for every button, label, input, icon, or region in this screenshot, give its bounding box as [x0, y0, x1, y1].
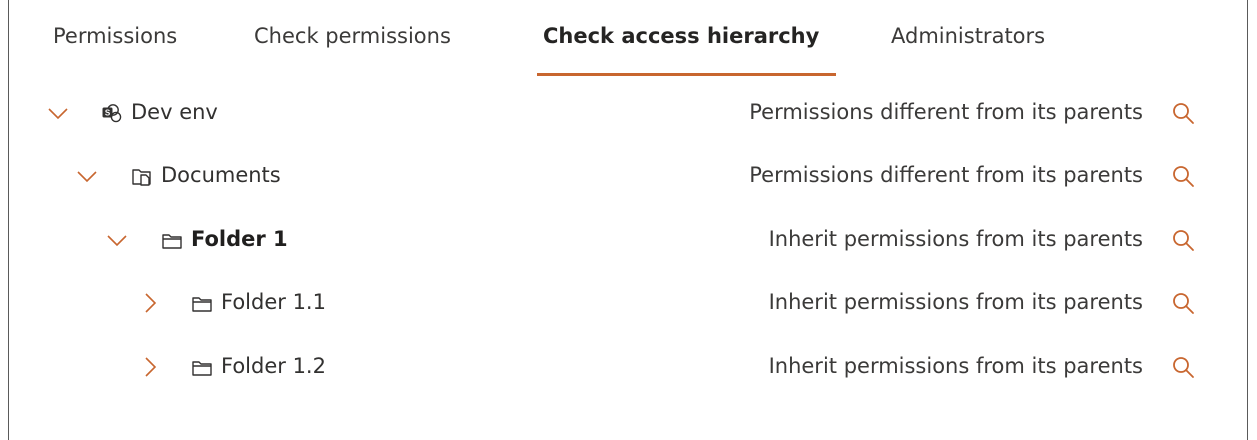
folder-icon — [192, 297, 212, 312]
tab-check-permissions[interactable]: Check permissions — [254, 24, 451, 48]
permission-status: Inherit permissions from its parents — [768, 227, 1143, 251]
tree-item-label: Folder 1 — [191, 227, 288, 251]
search-icon[interactable] — [1171, 291, 1195, 315]
sharepoint-site-icon: S — [102, 104, 122, 123]
chevron-right-icon[interactable] — [139, 292, 161, 314]
chevron-down-icon[interactable] — [76, 165, 98, 187]
document-library-icon — [132, 169, 151, 186]
tab-administrators[interactable]: Administrators — [891, 24, 1045, 48]
tree-item-label: Folder 1.2 — [221, 354, 326, 378]
tab-permissions[interactable]: Permissions — [53, 24, 177, 48]
active-tab-indicator — [537, 73, 836, 76]
permission-status: Inherit permissions from its parents — [768, 290, 1143, 314]
chevron-down-icon[interactable] — [47, 102, 69, 124]
permissions-panel: Permissions Check permissions Check acce… — [8, 0, 1248, 440]
svg-text:S: S — [105, 109, 111, 118]
tab-check-access-hierarchy[interactable]: Check access hierarchy — [543, 24, 819, 48]
tree-item-label: Dev env — [131, 100, 218, 124]
folder-icon — [162, 234, 182, 249]
search-icon[interactable] — [1171, 101, 1195, 125]
chevron-right-icon[interactable] — [139, 356, 161, 378]
tree-item-label: Folder 1.1 — [221, 290, 326, 314]
permission-status: Inherit permissions from its parents — [768, 354, 1143, 378]
chevron-down-icon[interactable] — [106, 229, 128, 251]
search-icon[interactable] — [1171, 355, 1195, 379]
tree-row-folder-1-1[interactable]: Folder 1.1 Inherit permissions from its … — [9, 284, 1247, 324]
tree-row-folder-1[interactable]: Folder 1 Inherit permissions from its pa… — [9, 221, 1247, 261]
tree-row-documents[interactable]: Documents Permissions different from its… — [9, 157, 1247, 197]
tab-bar: Permissions Check permissions Check acce… — [9, 0, 1247, 80]
tree-row-folder-1-2[interactable]: Folder 1.2 Inherit permissions from its … — [9, 348, 1247, 388]
tree-item-label: Documents — [161, 163, 281, 187]
permission-status: Permissions different from its parents — [749, 100, 1143, 124]
search-icon[interactable] — [1171, 228, 1195, 252]
permission-status: Permissions different from its parents — [749, 163, 1143, 187]
search-icon[interactable] — [1171, 164, 1195, 188]
folder-icon — [192, 361, 212, 376]
tree-row-dev-env[interactable]: S Dev env Permissions different from its… — [9, 94, 1247, 134]
